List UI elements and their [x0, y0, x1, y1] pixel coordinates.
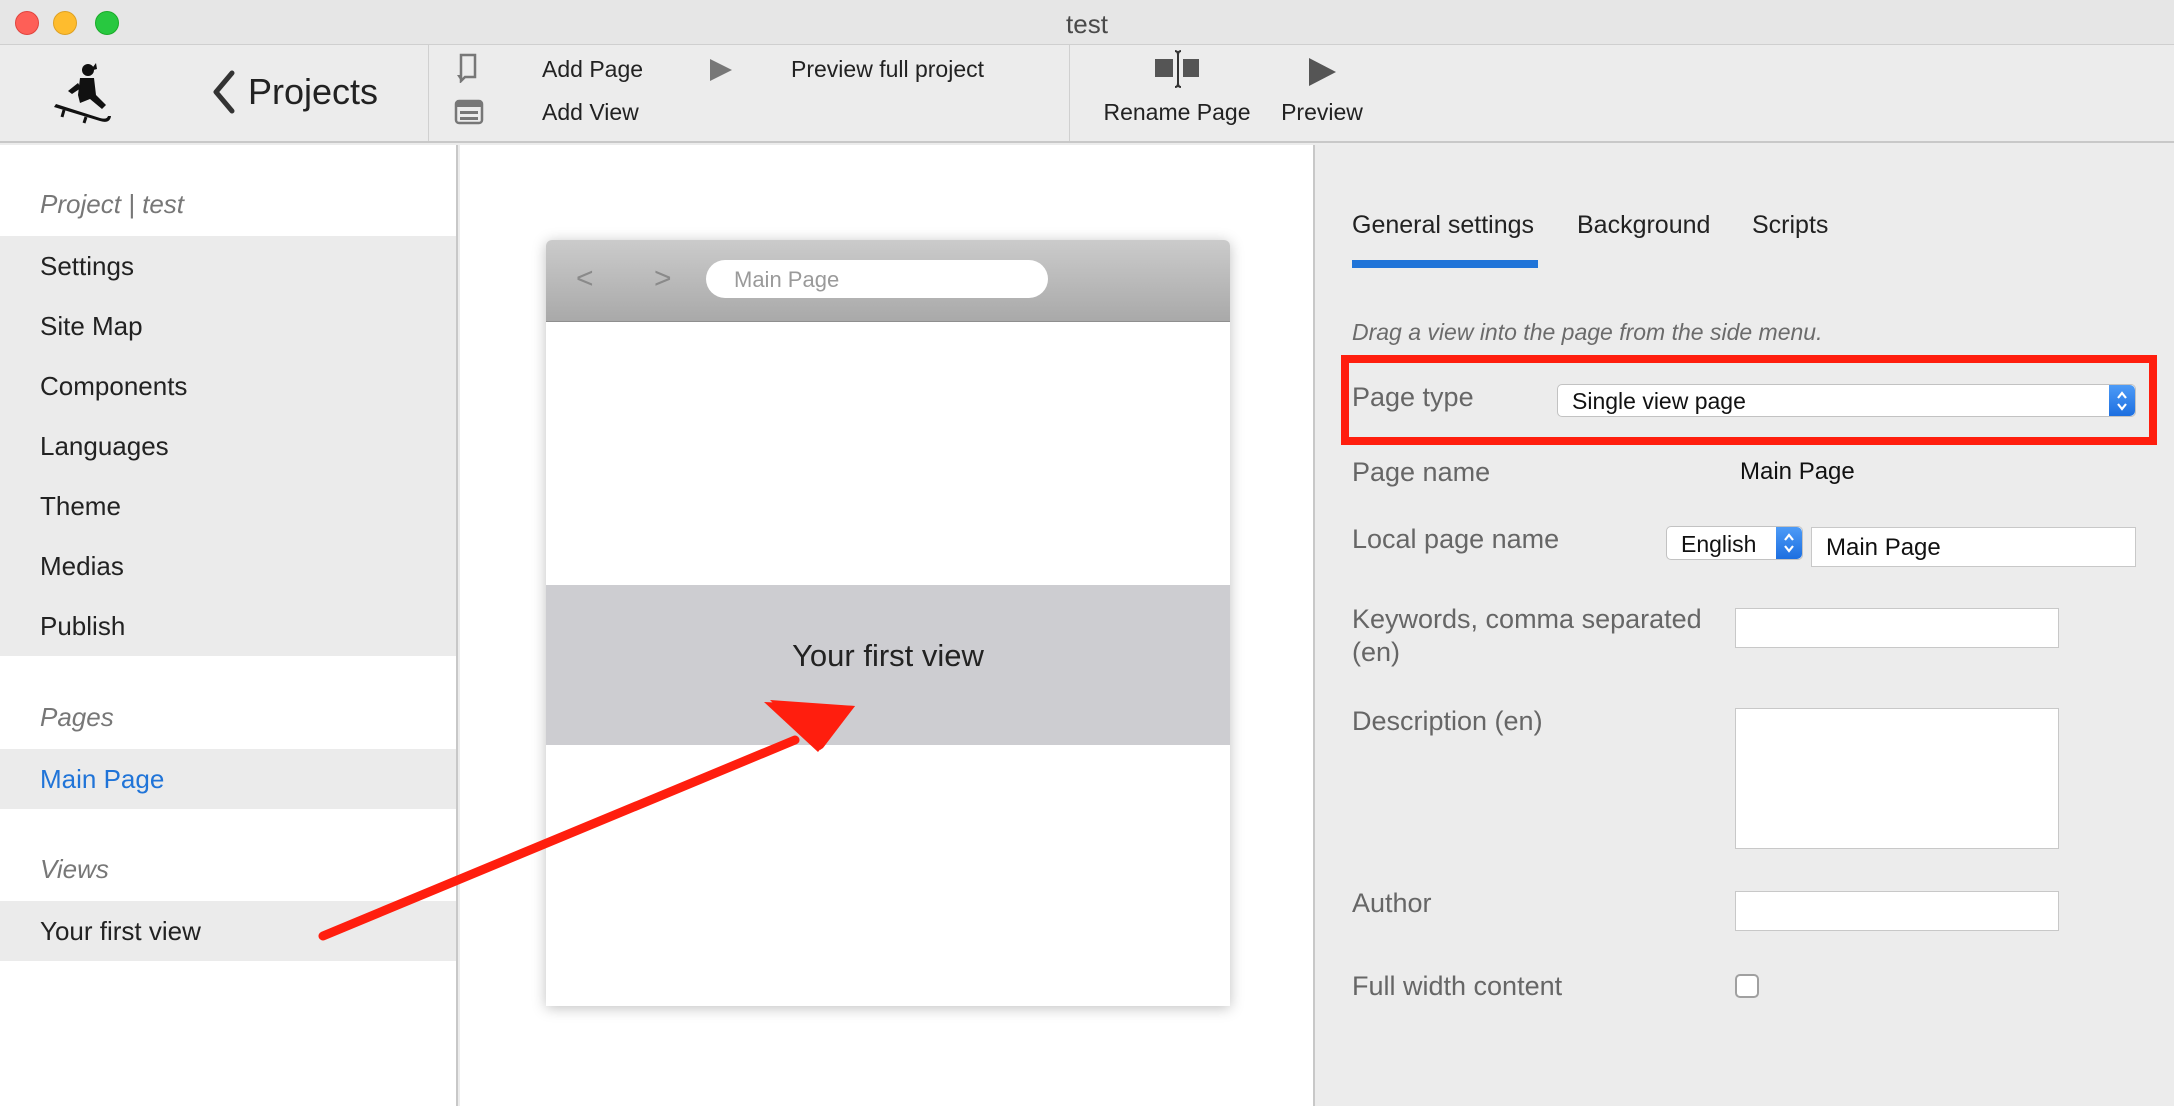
preview-full-project-button[interactable]: Preview full project: [791, 56, 984, 83]
preview-button[interactable]: Preview: [1272, 45, 1372, 141]
tab-background[interactable]: Background: [1577, 211, 1710, 240]
window-title: test: [1066, 9, 1108, 39]
sidebar: Project | test Settings Site Map Compone…: [0, 145, 458, 1106]
view-block-label: Your first view: [792, 638, 984, 673]
page-type-value: Single view page: [1572, 388, 1746, 414]
pages-list: Main Page: [0, 749, 456, 809]
keywords-input[interactable]: [1735, 608, 2059, 648]
author-label: Author: [1352, 888, 1432, 918]
keywords-label: Keywords, comma separated (en): [1352, 604, 1702, 667]
sidebar-item-your-first-view[interactable]: Your first view: [0, 901, 456, 961]
author-input[interactable]: [1735, 891, 2059, 931]
toolbar-divider: [428, 45, 429, 141]
sidebar-item-site-map[interactable]: Site Map: [0, 296, 456, 356]
rename-page-button[interactable]: Rename Page: [1098, 45, 1256, 141]
projects-label: Projects: [248, 71, 379, 112]
views-heading: Views: [40, 854, 109, 884]
select-stepper-icon: [1776, 527, 1802, 559]
page-icon: [457, 53, 477, 83]
sidebar-item-medias[interactable]: Medias: [0, 536, 456, 596]
view-drop-zone[interactable]: Your first view: [546, 585, 1230, 745]
page-name-value: Main Page: [1740, 458, 1855, 485]
back-to-projects-button[interactable]: Projects: [210, 67, 378, 117]
language-select[interactable]: English: [1666, 526, 1803, 560]
drag-hint: Drag a view into the page from the side …: [1352, 319, 1823, 345]
page-name-label: Page name: [1352, 457, 1491, 487]
preview-label: Preview: [1281, 99, 1363, 125]
add-view-button[interactable]: Add View: [542, 99, 639, 126]
title-bar: test: [0, 0, 2174, 45]
project-menu: Settings Site Map Components Languages T…: [0, 236, 456, 656]
toolbar-divider: [1069, 45, 1070, 141]
local-page-name-input[interactable]: Main Page: [1811, 527, 2136, 567]
description-textarea[interactable]: [1735, 708, 2059, 849]
sledder-logo-icon: [54, 63, 111, 124]
views-list: Your first view: [0, 901, 456, 961]
play-icon: [710, 59, 732, 81]
rename-cursor-icon: [1155, 50, 1199, 88]
select-stepper-icon: [2109, 385, 2135, 416]
browser-url-bar: Main Page: [706, 260, 1048, 298]
view-list-icon: [454, 99, 484, 125]
sidebar-item-theme[interactable]: Theme: [0, 476, 456, 536]
browser-forward-button[interactable]: >: [654, 262, 672, 296]
sidebar-item-publish[interactable]: Publish: [0, 596, 456, 656]
browser-toolbar: < > Main Page: [546, 240, 1230, 322]
sidebar-item-main-page[interactable]: Main Page: [0, 749, 456, 809]
page-type-select[interactable]: Single view page: [1557, 384, 2136, 417]
project-heading: Project | test: [40, 189, 185, 219]
language-value: English: [1681, 531, 1757, 557]
tab-scripts[interactable]: Scripts: [1752, 211, 1828, 240]
sidebar-item-languages[interactable]: Languages: [0, 416, 456, 476]
page-type-label: Page type: [1352, 382, 1474, 412]
rename-page-label: Rename Page: [1103, 99, 1251, 125]
settings-panel: General settings Background Scripts Drag…: [1317, 145, 2174, 1106]
sidebar-item-settings[interactable]: Settings: [0, 236, 456, 296]
active-tab-indicator: [1352, 260, 1538, 268]
full-width-content-checkbox[interactable]: [1735, 974, 1759, 998]
chevron-left-icon: [213, 70, 235, 114]
description-label: Description (en): [1352, 706, 1543, 736]
page-canvas: < > Main Page Your first view: [460, 145, 1315, 1106]
sidebar-item-components[interactable]: Components: [0, 356, 456, 416]
add-page-button[interactable]: Add Page: [542, 56, 643, 83]
browser-preview: < > Main Page Your first view: [546, 240, 1230, 1006]
toolbar: Projects Add Page Add View Preview full …: [0, 45, 2174, 143]
play-icon: [1309, 58, 1336, 86]
full-width-content-label: Full width content: [1352, 971, 1563, 1001]
browser-back-button[interactable]: <: [576, 262, 594, 296]
pages-heading: Pages: [40, 702, 114, 732]
tab-general-settings[interactable]: General settings: [1352, 211, 1534, 240]
local-page-name-label: Local page name: [1352, 524, 1560, 554]
